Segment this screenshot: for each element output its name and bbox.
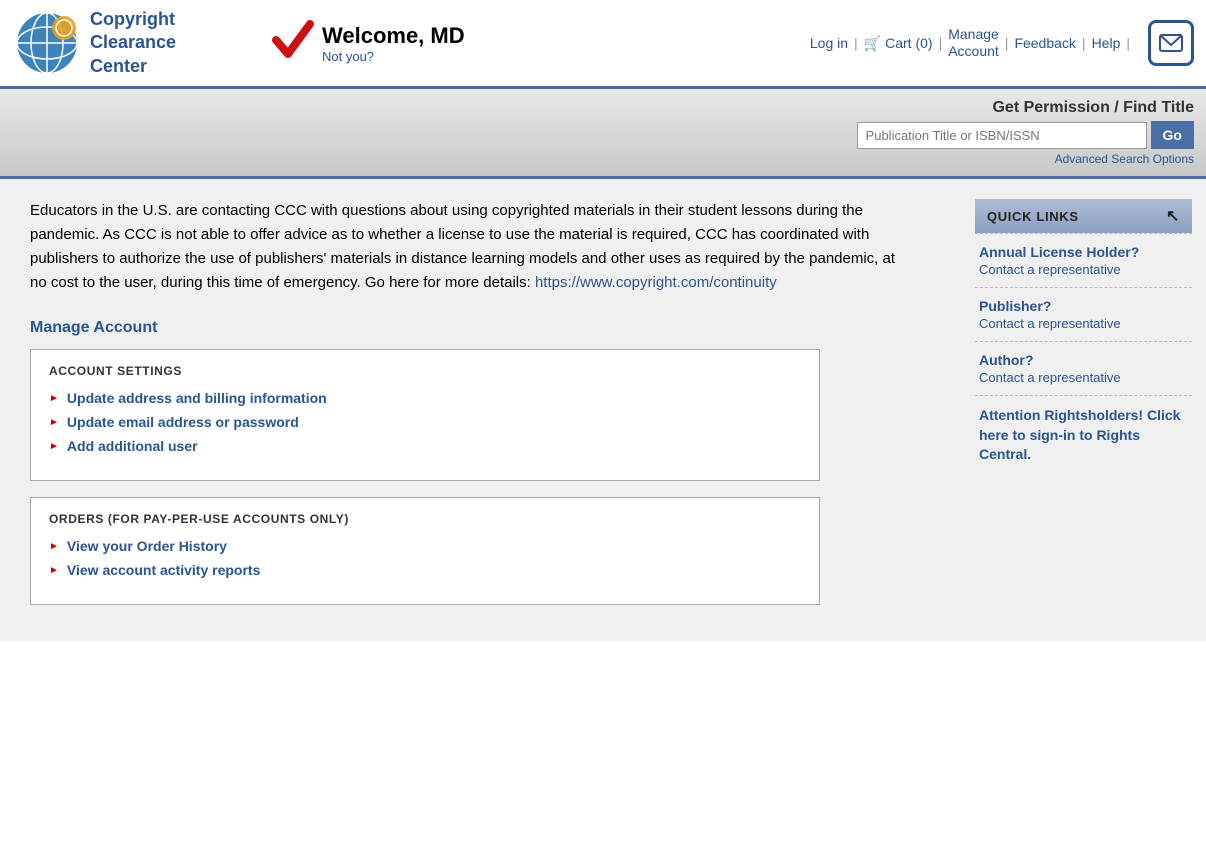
bullet-arrow-icon: ► [49,441,59,452]
search-row: Go [857,121,1194,149]
publisher-contact-link[interactable]: Contact a representative [979,316,1121,331]
update-email-link[interactable]: Update email address or password [67,414,299,430]
sidebar: QUICK LINKS ↖ Annual License Holder? Con… [961,179,1206,641]
cart-icon: 🛒 [864,35,881,52]
publisher-sub: Contact a representative [979,316,1188,331]
bullet-arrow-icon: ► [49,541,59,552]
quick-links-rightsholders: Attention Rightsholders! Click here to s… [975,395,1192,475]
not-you-link[interactable]: Not you? [322,49,465,64]
add-user-link[interactable]: Add additional user [67,438,198,454]
search-input[interactable] [857,122,1147,149]
go-button[interactable]: Go [1151,121,1194,149]
bullet-arrow-icon: ► [49,417,59,428]
orders-title: ORDERS (FOR PAY-PER-USE ACCOUNTS ONLY) [49,512,801,526]
search-bar: Get Permission / Find Title Go Advanced … [0,89,1206,179]
main-content: Educators in the U.S. are contacting CCC… [0,179,1206,641]
search-label: Get Permission / Find Title [992,99,1194,117]
list-item: ► View account activity reports [49,562,801,578]
help-link[interactable]: Help [1092,35,1121,51]
list-item: ► View your Order History [49,538,801,554]
author-contact-link[interactable]: Contact a representative [979,370,1121,385]
author-sub: Contact a representative [979,370,1188,385]
manage-account-section: Manage Account ACCOUNT SETTINGS ► Update… [30,319,941,605]
bullet-arrow-icon: ► [49,393,59,404]
cursor-icon: ↖ [1166,206,1180,226]
email-icon-button[interactable] [1148,20,1194,66]
orders-list: ► View your Order History ► View account… [49,538,801,578]
order-history-link[interactable]: View your Order History [67,538,227,554]
quick-links-label: QUICK LINKS [987,209,1079,224]
publisher-link[interactable]: Publisher? [979,298,1188,314]
feedback-link[interactable]: Feedback [1014,35,1075,51]
author-link[interactable]: Author? [979,352,1188,368]
quick-links-publisher: Publisher? Contact a representative [975,287,1192,341]
pandemic-notice: Educators in the U.S. are contacting CCC… [30,199,900,295]
search-container: Get Permission / Find Title Go Advanced … [857,99,1194,166]
pandemic-link[interactable]: https://www.copyright.com/continuity [535,274,777,291]
account-settings-list: ► Update address and billing information… [49,390,801,454]
bullet-arrow-icon: ► [49,565,59,576]
cart-link[interactable]: 🛒 Cart (0) [864,35,933,52]
logo-area: Copyright Clearance Center [12,8,242,78]
nav-area: Log in | 🛒 Cart (0) | Manage Account | F… [810,20,1194,66]
welcome-area: Welcome, MD Not you? [272,16,790,71]
login-link[interactable]: Log in [810,35,848,51]
orders-box: ORDERS (FOR PAY-PER-USE ACCOUNTS ONLY) ►… [30,497,820,605]
manage-account-heading[interactable]: Manage Account [30,319,941,337]
account-settings-box: ACCOUNT SETTINGS ► Update address and bi… [30,349,820,481]
header: Copyright Clearance Center Welcome, MD N… [0,0,1206,89]
welcome-text-block: Welcome, MD Not you? [322,23,465,64]
annual-license-sub: Contact a representative [979,262,1188,277]
checkmark-icon [272,16,314,71]
annual-license-link[interactable]: Annual License Holder? [979,244,1188,260]
activity-reports-link[interactable]: View account activity reports [67,562,260,578]
advanced-search-link[interactable]: Advanced Search Options [1055,152,1194,166]
update-address-link[interactable]: Update address and billing information [67,390,327,406]
logo-icon [12,8,82,78]
annual-contact-link[interactable]: Contact a representative [979,262,1121,277]
rightsholders-link[interactable]: Attention Rightsholders! Click here to s… [979,407,1180,462]
account-settings-title: ACCOUNT SETTINGS [49,364,801,378]
quick-links-annual: Annual License Holder? Contact a represe… [975,233,1192,287]
welcome-title: Welcome, MD [322,23,465,49]
quick-links-author: Author? Contact a representative [975,341,1192,395]
list-item: ► Add additional user [49,438,801,454]
list-item: ► Update address and billing information [49,390,801,406]
list-item: ► Update email address or password [49,414,801,430]
email-icon [1159,34,1183,52]
content-area: Educators in the U.S. are contacting CCC… [0,179,961,641]
manage-account-nav-link[interactable]: Manage Account [948,26,999,60]
logo-text: Copyright Clearance Center [90,8,176,78]
quick-links-header: QUICK LINKS ↖ [975,199,1192,233]
